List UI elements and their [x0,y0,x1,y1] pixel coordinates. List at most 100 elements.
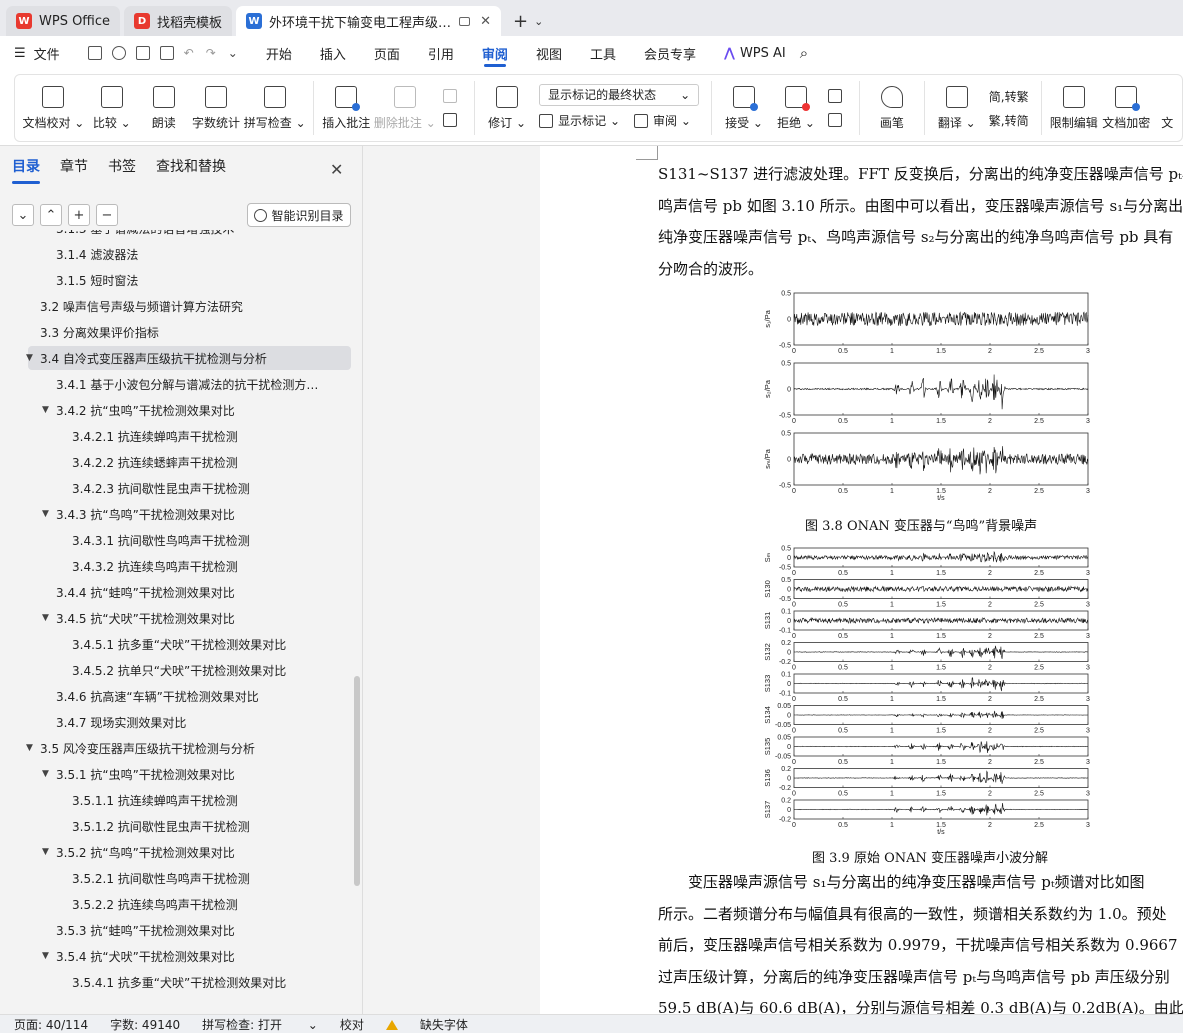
menu-member[interactable]: 会员专享 [644,36,696,70]
expand-arrow-icon[interactable]: ▼ [42,769,56,779]
next-change-icon[interactable] [828,113,843,127]
new-tab-button[interactable]: + ⌄ [505,6,551,36]
remove-heading-button[interactable]: − [96,204,118,226]
tab-template[interactable]: D 找稻壳模板 [124,6,233,36]
prev-comment-icon[interactable] [443,89,458,103]
toc-item[interactable]: 3.5.1.1 抗连续蝉鸣声干扰检测 [0,788,352,812]
wps-ai-button[interactable]: ⋀ WPS AI [724,36,786,70]
collapse-up-button[interactable]: ⌃ [40,204,62,226]
toc-item[interactable]: 3.4.3.1 抗间歇性鸟鸣声干扰检测 [0,528,352,552]
toc-item[interactable]: 3.4.2.3 抗间歇性昆虫声干扰检测 [0,476,352,500]
toc-item[interactable]: 3.5.4.1 抗多重“犬吠”干扰检测效果对比 [0,970,352,994]
print-preview-icon[interactable] [159,46,174,60]
toc-item[interactable]: ▼ 3.5.1 抗“虫鸣”干扰检测效果对比 [0,762,352,786]
expand-arrow-icon[interactable]: ▼ [26,353,40,363]
smart-toc-button[interactable]: 智能识别目录 [247,203,351,227]
toc-item[interactable]: ▼ 3.5.4 抗“犬吠”干扰检测效果对比 [0,944,352,968]
toc-item[interactable]: 3.4.4 抗“蛙鸣”干扰检测效果对比 [0,580,352,604]
menu-tools[interactable]: 工具 [590,36,616,70]
toc-item[interactable]: 3.4.7 现场实测效果对比 [0,710,352,734]
accept-button[interactable]: 接受 ⌄ [723,85,765,131]
word-count-button[interactable]: 字数统计 [192,85,240,131]
save-icon[interactable] [87,46,102,60]
toc-item[interactable]: ▼ 3.4 自冷式变压器声压级抗干扰检测与分析 [26,346,351,370]
search-icon[interactable]: ⌕ [800,36,808,70]
page-indicator[interactable]: 页面: 40/114 [14,1016,88,1033]
review-pane-button[interactable]: 审阅 ⌄ [653,112,691,129]
spell-check-status[interactable]: 拼写检查: 打开 ⌄ [202,1016,318,1033]
expand-arrow-icon[interactable]: ▼ [42,951,56,961]
menu-reference[interactable]: 引用 [428,36,454,70]
toc-item[interactable]: 3.4.5.2 抗单只“犬吠”干扰检测效果对比 [0,658,352,682]
toc-item[interactable]: 3.5.2.2 抗连续鸟鸣声干扰检测 [0,892,352,916]
toc-item[interactable]: 3.4.3.2 抗连续鸟鸣声干扰检测 [0,554,352,578]
menu-page[interactable]: 页面 [374,36,400,70]
tab-wps-office[interactable]: W WPS Office [6,6,121,36]
toc-item[interactable]: 3.1.4 滤波器法 [0,242,352,266]
show-marks-button[interactable]: 显示标记 ⌄ [558,112,620,129]
toc-item[interactable]: 3.5.3 抗“蛙鸣”干扰检测效果对比 [0,918,352,942]
pen-button[interactable]: 画笔 [871,85,913,131]
menu-view[interactable]: 视图 [536,36,562,70]
document-page[interactable]: S131~S137 进行滤波处理。FFT 反变换后，分离出的纯净变压器噪声信号 … [540,146,1183,1017]
print-icon[interactable] [135,46,150,60]
to-traditional-button[interactable]: 简,转繁 [989,84,1029,108]
toc-item[interactable]: 3.4.1 基于小波包分解与谱减法的抗干扰检测方… [0,372,352,396]
toc-item[interactable]: 3.4.6 抗高速“车辆”干扰检测效果对比 [0,684,352,708]
tab-bookmarks[interactable]: 书签 [108,156,136,182]
close-tab-icon[interactable]: ✕ [480,14,491,29]
close-icon[interactable]: ✕ [330,160,343,179]
redo-icon[interactable]: ↷ [206,46,216,60]
toc-item[interactable]: ▼ 3.5 风冷变压器声压级抗干扰检测与分析 [0,736,352,760]
toc-item[interactable]: 3.3 分离效果评价指标 [0,320,352,344]
toc-item[interactable]: ▼ 3.4.3 抗“鸟鸣”干扰检测效果对比 [0,502,352,526]
toc-item[interactable]: ▼ 3.4.2 抗“虫鸣”干扰检测效果对比 [0,398,352,422]
toc-item[interactable]: 3.5.1.2 抗间歇性昆虫声干扰检测 [0,814,352,838]
insert-comment-button[interactable]: 插入批注 [322,85,370,131]
next-comment-icon[interactable] [443,113,458,127]
restrict-edit-button[interactable]: 限制编辑 [1050,85,1098,131]
word-count[interactable]: 字数: 49140 [110,1016,180,1033]
expand-arrow-icon[interactable]: ▼ [42,847,56,857]
to-simplified-button[interactable]: 繁,转简 [989,108,1029,132]
tab-find-replace[interactable]: 查找和替换 [156,156,226,182]
display-mode-select[interactable]: 显示标记的最终状态 ⌄ [539,83,700,106]
toc-item[interactable]: 3.4.2.2 抗连续蟋蟀声干扰检测 [0,450,352,474]
window-mode-icon[interactable] [459,16,471,26]
more-button[interactable]: 文 [1158,86,1177,131]
toc-item[interactable]: ▼ 3.4.5 抗“犬吠”干扰检测效果对比 [0,606,352,630]
toc-item[interactable]: ▼ 3.5.2 抗“鸟鸣”干扰检测效果对比 [0,840,352,864]
missing-font-status[interactable]: 缺失字体 [385,1016,490,1033]
toc-item[interactable]: 3.1.3 基于谱减法的语音增强技术 [0,230,352,240]
expand-arrow-icon[interactable]: ▼ [42,613,56,623]
translate-button[interactable]: 翻译 ⌄ [936,85,978,131]
toc-item[interactable]: 3.2 噪声信号声级与频谱计算方法研究 [0,294,352,318]
toc-scrollbar[interactable] [354,676,360,886]
toc-item[interactable]: 3.4.2.1 抗连续蝉鸣声干扰检测 [0,424,352,448]
expand-arrow-icon[interactable]: ▼ [26,743,40,753]
tab-toc[interactable]: 目录 [12,156,40,184]
tab-chapters[interactable]: 章节 [60,156,88,182]
reject-button[interactable]: 拒绝 ⌄ [775,85,817,131]
expand-arrow-icon[interactable]: ▼ [42,405,56,415]
menu-start[interactable]: 开始 [266,36,292,70]
toc-item[interactable]: 3.5.2.1 抗间歇性鸟鸣声干扰检测 [0,866,352,890]
expand-arrow-icon[interactable]: ▼ [42,509,56,519]
prev-change-icon[interactable] [828,89,843,103]
delete-comment-button[interactable]: 删除批注 ⌄ [374,85,436,131]
menu-review[interactable]: 审阅 [482,36,508,70]
proof-status[interactable]: 校对 [340,1016,364,1033]
file-menu[interactable]: ☰ 文件 [14,36,60,70]
encrypt-button[interactable]: 文档加密 [1102,85,1150,131]
toc-item[interactable]: 3.4.5.1 抗多重“犬吠”干扰检测效果对比 [0,632,352,656]
menu-insert[interactable]: 插入 [320,36,346,70]
proofread-button[interactable]: 文档校对 ⌄ [22,85,84,131]
expand-down-button[interactable]: ⌄ [12,204,34,226]
toc-item[interactable]: 3.1.5 短时窗法 [0,268,352,292]
add-heading-button[interactable]: + [68,204,90,226]
revise-button[interactable]: 修订 ⌄ [486,85,528,131]
compare-button[interactable]: 比较 ⌄ [91,85,133,131]
spell-check-button[interactable]: 拼写检查 ⌄ [244,85,306,131]
undo-icon[interactable]: ↶ [184,46,194,60]
read-aloud-button[interactable]: 朗读 [143,85,185,131]
